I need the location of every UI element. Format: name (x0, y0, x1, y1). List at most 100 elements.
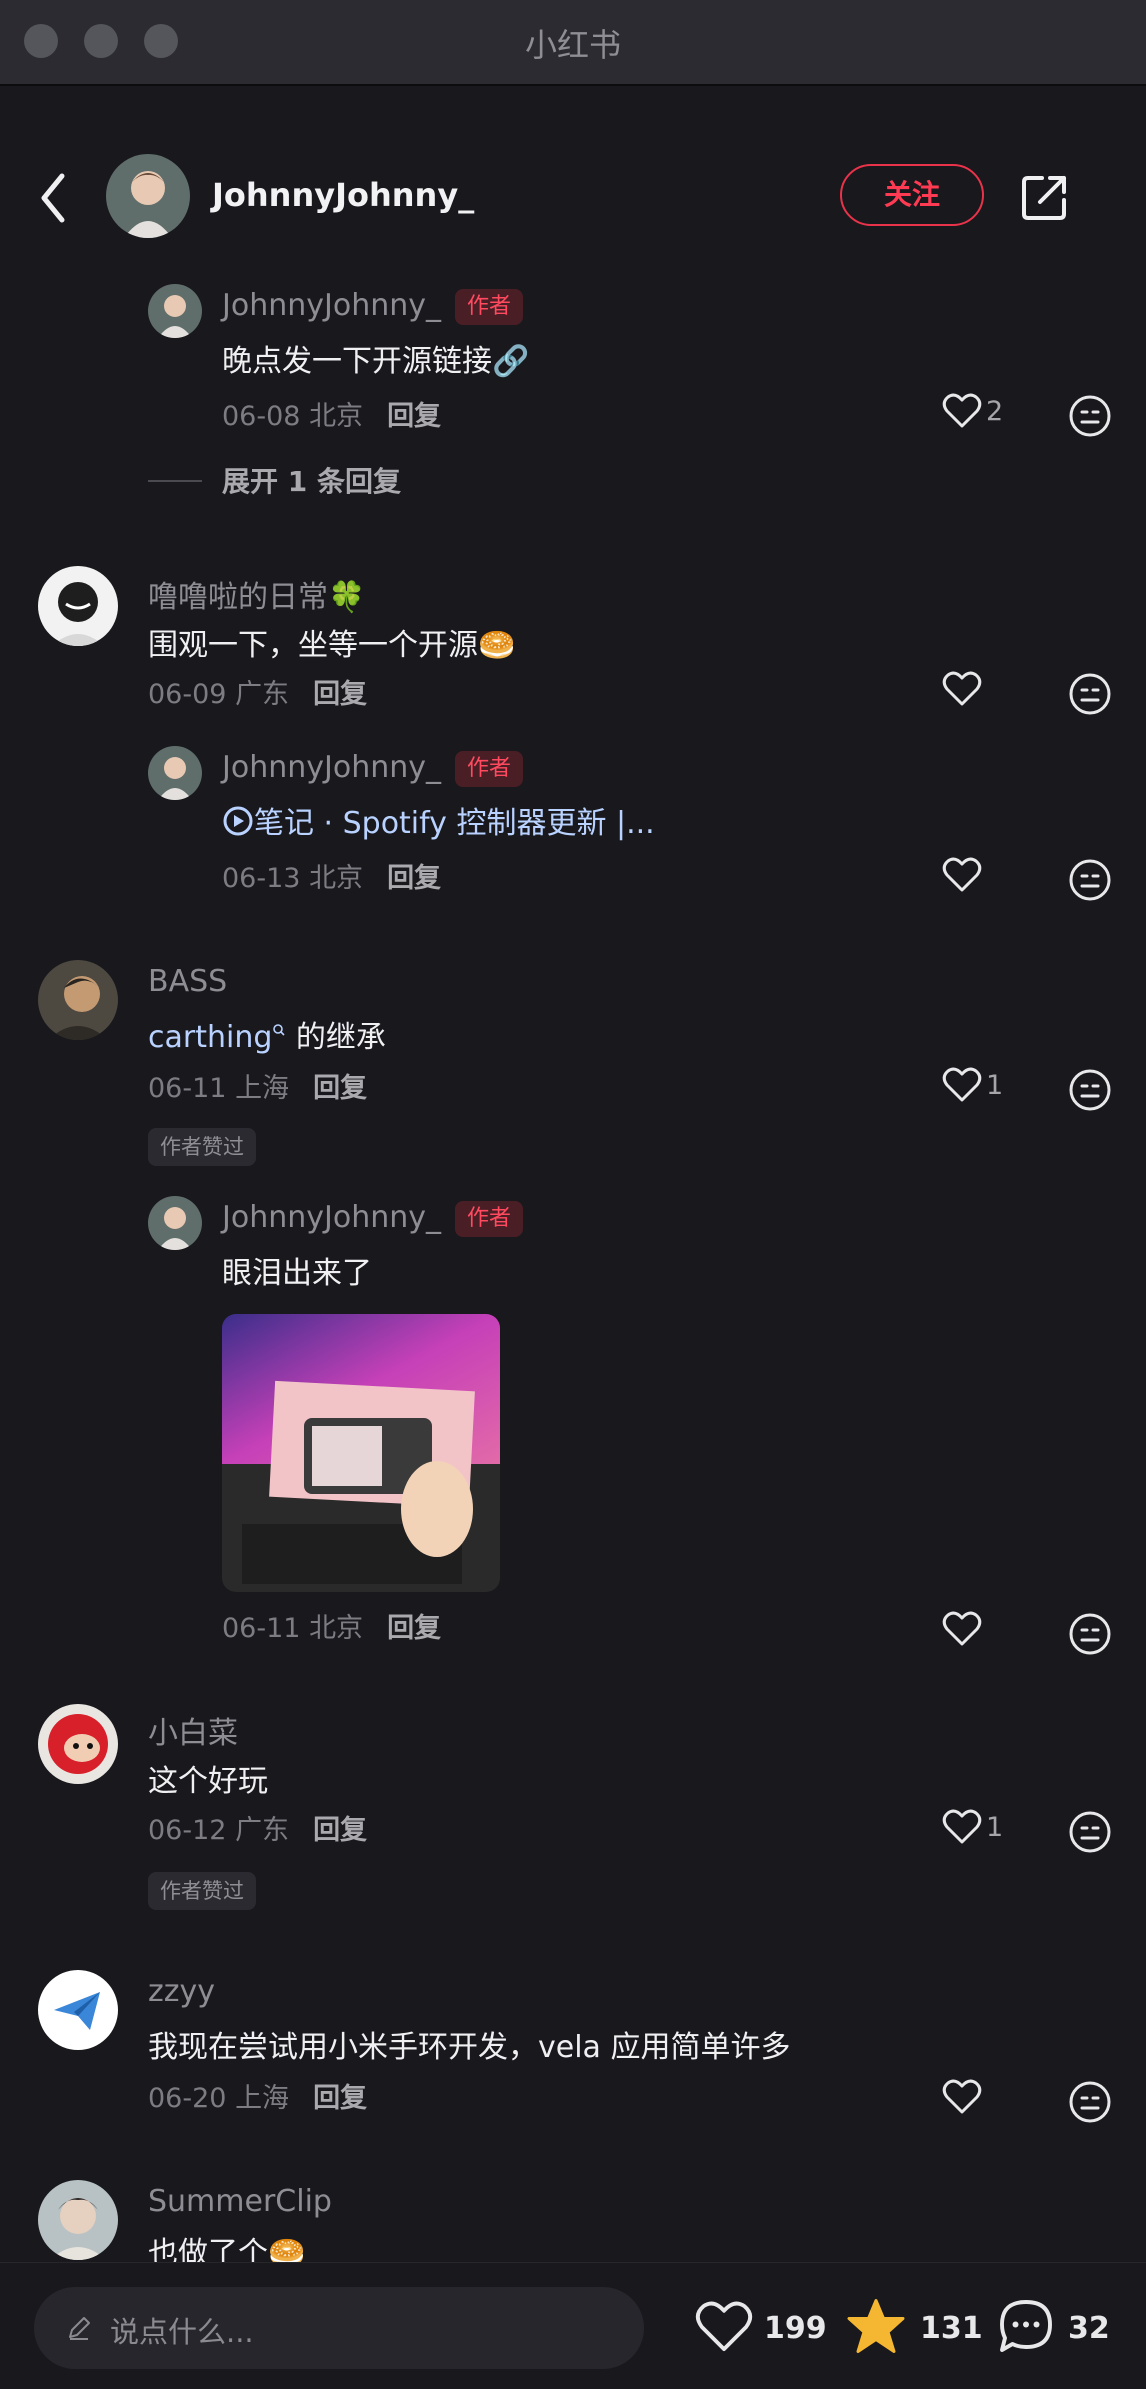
search-icon (273, 1024, 285, 1036)
avatar[interactable] (38, 960, 118, 1040)
comment-reply: JohnnyJohnny_ 作者 笔记 · Spotify 控制器更新 |... … (0, 742, 1146, 901)
chevron-left-icon (41, 173, 65, 223)
comment-username[interactable]: 小白菜 (148, 1708, 238, 1752)
comment-text: carthing 的继承 (148, 1020, 386, 1055)
avatar[interactable] (38, 1704, 118, 1784)
window-title: 小红书 (524, 26, 621, 64)
expand-replies-link[interactable]: 展开 1 条回复 (222, 460, 401, 500)
note-link[interactable]: 笔记 · Spotify 控制器更新 |... (222, 798, 655, 842)
comment-username[interactable]: zzyy (148, 1974, 215, 2009)
author-badge: 作者 (455, 1200, 524, 1237)
comment-input[interactable]: 说点什么... (34, 2287, 644, 2369)
like-button[interactable] (942, 670, 986, 714)
comment-text: 我现在尝试用小米手环开发，vela 应用简单许多 (148, 2030, 791, 2065)
comment-meta: 06-13 北京 回复 (222, 863, 442, 894)
comment-username[interactable]: SummerClip (148, 2184, 332, 2219)
comment-count: 32 (1068, 2311, 1110, 2346)
heart-icon (942, 857, 982, 892)
expand-divider (148, 480, 202, 482)
author-badge: 作者 (455, 288, 524, 325)
emoji-reaction-button[interactable] (1068, 858, 1112, 902)
comment-item: 噜噜啦的日常🍀 围观一下，坐等一个开源🥯 06-09 广东 回复 (0, 560, 1146, 720)
share-button[interactable] (1018, 170, 1072, 224)
pencil-icon (69, 2317, 90, 2340)
comment-text: 这个好玩 (148, 1764, 268, 1799)
heart-icon (942, 1809, 982, 1844)
reply-link[interactable]: 回复 (313, 2083, 367, 2114)
avatar[interactable] (148, 1196, 202, 1250)
reply-link[interactable]: 回复 (387, 401, 441, 432)
like-count: 199 (764, 2311, 827, 2346)
like-button[interactable]: 1 (942, 1066, 1003, 1110)
avatar[interactable] (38, 2180, 118, 2260)
search-keyword-link[interactable]: carthing (148, 1020, 272, 1055)
note-header: JohnnyJohnny_ 关注 (0, 140, 1146, 250)
comment-item: SummerClip 也做了个🥯 (0, 2180, 1146, 2262)
liked-by-author-badge: 作者赞过 (148, 1128, 256, 1166)
heart-icon (942, 1611, 982, 1646)
comment-text: 晚点发一下开源链接🔗 (222, 344, 530, 379)
author-badge: 作者 (455, 750, 524, 787)
comment-username[interactable]: JohnnyJohnny_ 作者 (222, 750, 524, 787)
emoji-icon (1069, 1069, 1111, 1111)
heart-icon (942, 671, 982, 706)
comment-bubble-icon (1000, 2300, 1052, 2352)
emoji-reaction-button[interactable] (1068, 394, 1112, 438)
comment-text: 围观一下，坐等一个开源🥯 (148, 628, 516, 663)
comment-meta: 06-12 广东 回复 (148, 1815, 368, 1846)
heart-icon (942, 393, 982, 428)
like-button[interactable] (942, 1610, 986, 1654)
author-avatar[interactable] (106, 154, 190, 238)
reply-link[interactable]: 回复 (387, 863, 441, 894)
comment-username[interactable]: JohnnyJohnny_ 作者 (222, 1200, 524, 1237)
star-icon (847, 2299, 905, 2353)
emoji-icon (1069, 395, 1111, 437)
emoji-icon (1069, 673, 1111, 715)
emoji-icon (1069, 1811, 1111, 1853)
avatar[interactable] (148, 746, 202, 800)
reply-link[interactable]: 回复 (313, 1073, 367, 1104)
play-circle-icon (223, 806, 253, 836)
comment-meta: 06-20 上海 回复 (148, 2083, 368, 2114)
comment-reply: JohnnyJohnny_ 作者 眼泪出来了 06-11 北京 回复 (0, 1196, 1146, 1656)
emoji-reaction-button[interactable] (1068, 2080, 1112, 2124)
emoji-reaction-button[interactable] (1068, 1612, 1112, 1656)
comment-text: 眼泪出来了 (222, 1256, 372, 1291)
comment-text: 也做了个🥯 (148, 2236, 306, 2262)
like-button[interactable]: 1 (942, 1808, 1003, 1852)
heart-icon (695, 2301, 753, 2352)
like-note-button[interactable]: 199 (694, 2299, 827, 2359)
emoji-reaction-button[interactable] (1068, 672, 1112, 716)
comment-username[interactable]: 噜噜啦的日常🍀 (148, 572, 365, 616)
window-titlebar: 小红书 (0, 0, 1146, 86)
reply-link[interactable]: 回复 (313, 1815, 367, 1846)
emoji-reaction-button[interactable] (1068, 1068, 1112, 1112)
comment-reply: JohnnyJohnny_ 作者 晚点发一下开源链接🔗 06-08 北京 回复 2 (0, 280, 1146, 437)
share-icon (1022, 176, 1066, 220)
back-button[interactable] (34, 170, 74, 226)
avatar[interactable] (148, 284, 202, 338)
like-button[interactable]: 2 (942, 392, 1003, 436)
avatar[interactable] (38, 566, 118, 646)
emoji-icon (1069, 2081, 1111, 2123)
like-button[interactable] (942, 856, 986, 900)
reply-link[interactable]: 回复 (387, 1613, 441, 1644)
comment-meta: 06-11 北京 回复 (222, 1613, 442, 1644)
comment-item: 小白菜 这个好玩 06-12 广东 回复 1 作者赞过 (0, 1700, 1146, 1920)
author-name[interactable]: JohnnyJohnny_ (212, 176, 474, 214)
follow-button[interactable]: 关注 (840, 164, 984, 226)
comment-photo[interactable] (222, 1314, 500, 1592)
heart-icon (942, 2079, 982, 2114)
avatar[interactable] (38, 1970, 118, 2050)
emoji-icon (1069, 859, 1111, 901)
emoji-reaction-button[interactable] (1068, 1810, 1112, 1854)
comment-username[interactable]: JohnnyJohnny_ 作者 (222, 288, 524, 325)
collect-button[interactable]: 131 (846, 2299, 983, 2359)
like-button[interactable] (942, 2078, 986, 2122)
reply-link[interactable]: 回复 (313, 679, 367, 710)
comments-button[interactable]: 32 (996, 2299, 1126, 2359)
bottom-action-bar: 说点什么... 199 131 32 (0, 2262, 1146, 2389)
comment-meta: 06-11 上海 回复 (148, 1073, 368, 1104)
comment-username[interactable]: BASS (148, 964, 227, 999)
collect-count: 131 (920, 2311, 983, 2346)
